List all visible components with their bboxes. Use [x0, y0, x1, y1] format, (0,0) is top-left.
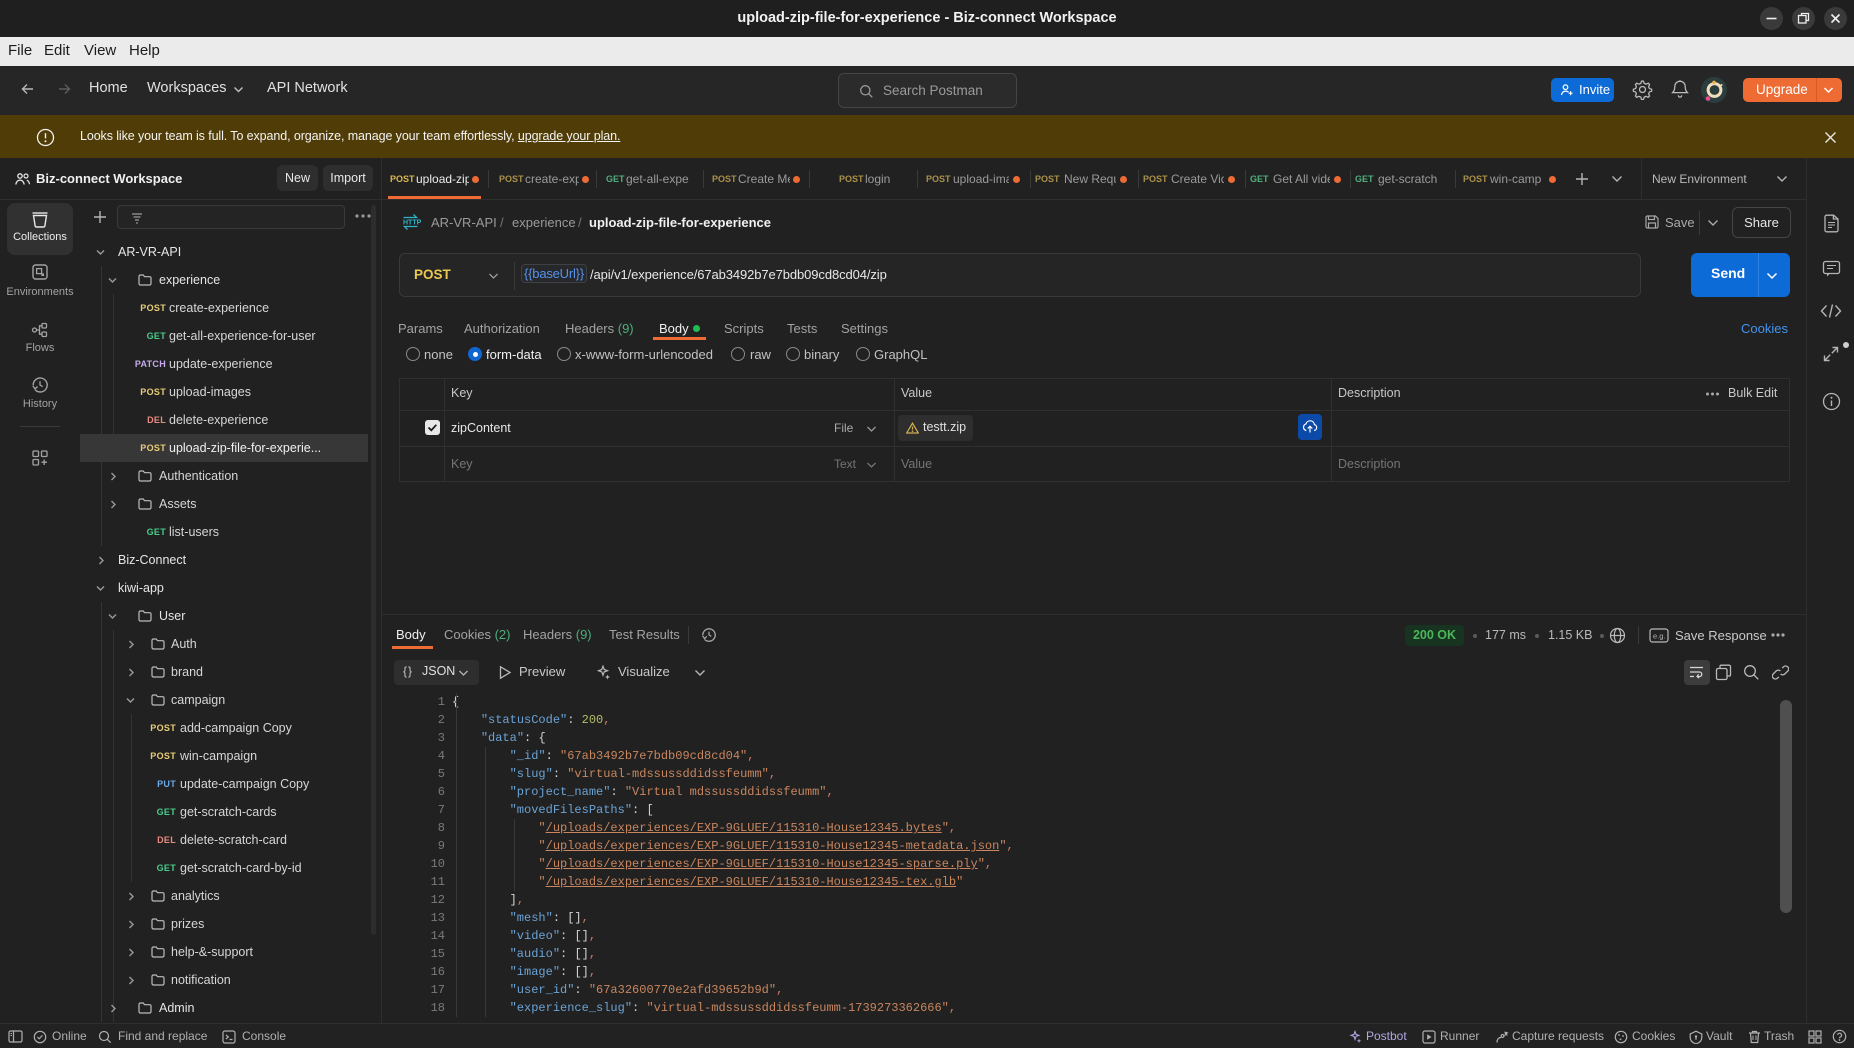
svg-text:e.g.: e.g. — [1653, 632, 1666, 641]
svg-text:HTTP: HTTP — [403, 220, 421, 227]
